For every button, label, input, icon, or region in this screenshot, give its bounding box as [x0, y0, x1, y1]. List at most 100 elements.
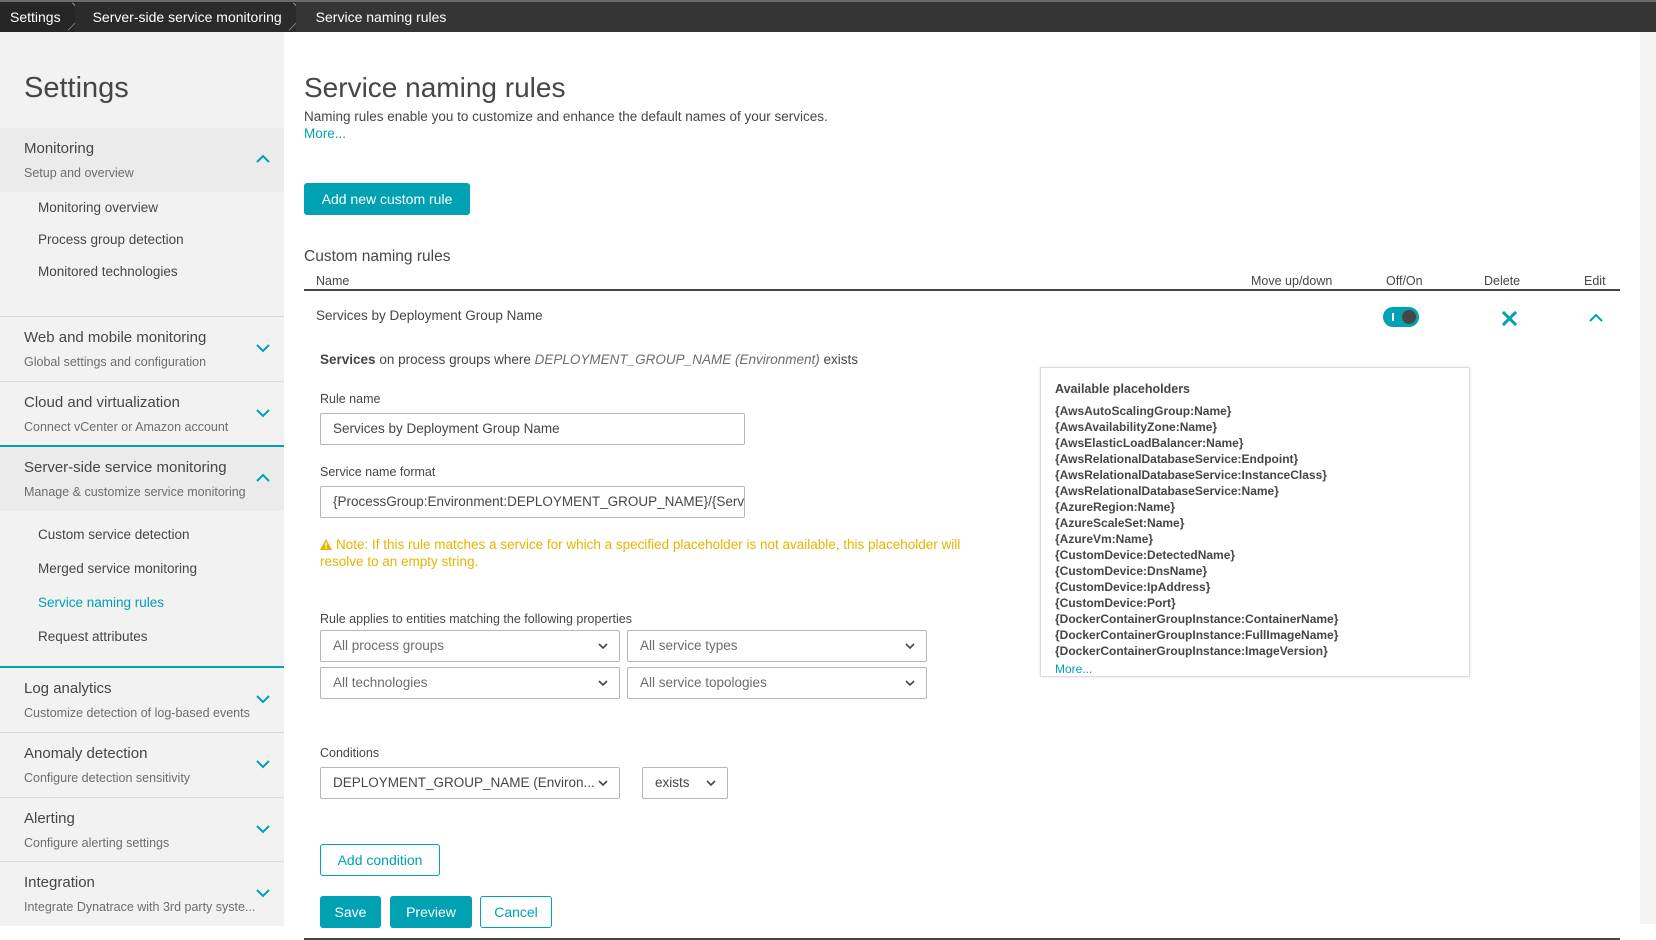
placeholder-item: {AzureRegion:Name}	[1055, 500, 1176, 514]
chevron-down-icon[interactable]	[254, 339, 272, 357]
section-subtitle: Configure alerting settings	[24, 836, 170, 850]
column-delete: Delete	[1484, 274, 1521, 288]
placeholder-item: {DockerContainerGroupInstance:ContainerN…	[1055, 612, 1339, 626]
placeholder-item: {AzureVm:Name}	[1055, 532, 1154, 546]
chevron-down-icon	[706, 780, 716, 787]
placeholder-item: {AwsAutoScalingGroup:Name}	[1055, 404, 1232, 418]
sidebar-item-process-group-detection[interactable]: Process group detection	[38, 232, 184, 247]
page-title: Service naming rules	[304, 72, 566, 103]
add-custom-rule-button[interactable]: Add new custom rule	[304, 183, 470, 215]
section-title: Web and mobile monitoring	[24, 329, 207, 346]
section-title: Alerting	[24, 810, 75, 827]
custom-rules-title: Custom naming rules	[304, 248, 451, 265]
sidebar-item-service-naming-rules[interactable]: Service naming rules	[38, 595, 164, 610]
settings-sidebar: Settings Monitoring Setup and overview M…	[0, 32, 284, 926]
placeholder-item: {CustomDevice:DnsName}	[1055, 564, 1208, 578]
breadcrumb-settings[interactable]: Settings	[0, 2, 75, 32]
sidebar-section-cloud[interactable]: Cloud and virtualization Connect vCenter…	[0, 382, 284, 446]
column-name: Name	[316, 274, 350, 288]
condition-property-select[interactable]: DEPLOYMENT_GROUP_NAME (Environ...	[320, 767, 620, 799]
placeholder-item: {AwsElasticLoadBalancer:Name}	[1055, 436, 1244, 450]
breadcrumb-server-side-monitoring[interactable]: Server-side service monitoring	[74, 2, 296, 32]
section-subtitle: Customize detection of log-based events	[24, 706, 250, 720]
chevron-down-icon[interactable]	[254, 404, 272, 422]
rule-enabled-toggle[interactable]	[1383, 307, 1419, 327]
main-content: Service naming rules Naming rules enable…	[284, 32, 1640, 940]
conditions-label: Conditions	[320, 746, 380, 760]
sidebar-section-web-mobile[interactable]: Web and mobile monitoring Global setting…	[0, 317, 284, 381]
sidebar-section-anomaly-detection[interactable]: Anomaly detection Configure detection se…	[0, 733, 284, 797]
sidebar-section-monitoring[interactable]: Monitoring Setup and overview	[0, 128, 284, 192]
rule-applies-label: Rule applies to entities matching the fo…	[320, 612, 632, 626]
more-link[interactable]: More...	[304, 126, 346, 141]
service-name-format-label: Service name format	[320, 465, 436, 479]
sidebar-item-monitoring-overview[interactable]: Monitoring overview	[38, 200, 158, 215]
sidebar-item-custom-service-detection[interactable]: Custom service detection	[38, 527, 190, 542]
placeholder-item: {AzureScaleSet:Name}	[1055, 516, 1185, 530]
sidebar-item-merged-service-monitoring[interactable]: Merged service monitoring	[38, 561, 197, 576]
section-title: Log analytics	[24, 680, 112, 697]
service-types-select[interactable]: All service types	[627, 630, 927, 662]
placeholder-item: {DockerContainerGroupInstance:ImageVersi…	[1055, 644, 1328, 658]
service-topologies-select[interactable]: All service topologies	[627, 667, 927, 699]
placeholder-item: {CustomDevice:IpAddress}	[1055, 580, 1211, 594]
rule-name-input[interactable]: Services by Deployment Group Name	[320, 413, 745, 445]
placeholder-item: {AwsRelationalDatabaseService:Name}	[1055, 484, 1279, 498]
placeholder-note: Note: If this rule matches a service for…	[320, 537, 961, 569]
sidebar-title: Settings	[24, 72, 129, 104]
section-subtitle: Global settings and configuration	[24, 355, 207, 369]
rule-name-label: Rule name	[320, 392, 381, 406]
warning-icon	[320, 539, 332, 550]
process-groups-select[interactable]: All process groups	[320, 630, 620, 662]
technologies-select[interactable]: All technologies	[320, 667, 620, 699]
cancel-button[interactable]: Cancel	[480, 896, 552, 928]
sidebar-section-integration[interactable]: Integration Integrate Dynatrace with 3rd…	[0, 862, 284, 926]
section-subtitle: Manage & customize service monitoring	[24, 485, 246, 499]
chevron-up-icon[interactable]	[254, 150, 272, 168]
page-description: Naming rules enable you to customize and…	[304, 109, 828, 124]
column-onoff: Off/On	[1386, 274, 1423, 288]
column-move: Move up/down	[1251, 274, 1333, 288]
sidebar-section-server-side[interactable]: Server-side service monitoring Manage & …	[0, 447, 284, 511]
breadcrumb: Settings Server-side service monitoring …	[0, 2, 461, 32]
placeholders-more-link[interactable]: More...	[1055, 662, 1092, 676]
section-title: Server-side service monitoring	[24, 459, 227, 476]
section-title: Integration	[24, 874, 95, 891]
save-button[interactable]: Save	[320, 896, 381, 928]
breadcrumb-service-naming-rules: Service naming rules	[295, 2, 461, 32]
section-title: Monitoring	[24, 140, 95, 157]
rule-summary: Services on process groups where DEPLOYM…	[320, 352, 858, 367]
chevron-up-icon[interactable]	[254, 469, 272, 487]
preview-button[interactable]: Preview	[390, 896, 472, 928]
chevron-up-icon[interactable]	[1588, 311, 1604, 325]
close-icon[interactable]	[1502, 311, 1517, 326]
placeholder-item: {CustomDevice:DetectedName}	[1055, 548, 1236, 562]
service-name-format-input[interactable]: {ProcessGroup:Environment:DEPLOYMENT_GRO…	[320, 486, 745, 518]
placeholder-item: {AwsRelationalDatabaseService:Endpoint}	[1055, 452, 1299, 466]
sidebar-item-request-attributes[interactable]: Request attributes	[38, 629, 148, 644]
chevron-down-icon[interactable]	[254, 820, 272, 838]
section-subtitle: Setup and overview	[24, 166, 134, 180]
sidebar-item-monitored-technologies[interactable]: Monitored technologies	[38, 264, 178, 279]
top-bar: Settings Server-side service monitoring …	[0, 0, 1656, 32]
rule-row-name: Services by Deployment Group Name	[316, 308, 543, 323]
section-title: Anomaly detection	[24, 745, 148, 762]
sidebar-section-alerting[interactable]: Alerting Configure alerting settings	[0, 798, 284, 862]
section-subtitle: Integrate Dynatrace with 3rd party syste…	[24, 900, 256, 914]
sidebar-section-log-analytics[interactable]: Log analytics Customize detection of log…	[0, 668, 284, 732]
chevron-down-icon[interactable]	[254, 755, 272, 773]
chevron-down-icon	[598, 643, 608, 650]
chevron-down-icon	[905, 680, 915, 687]
column-edit: Edit	[1584, 274, 1606, 288]
scrollbar[interactable]	[1640, 32, 1656, 924]
add-condition-button[interactable]: Add condition	[320, 844, 440, 876]
condition-operator-select[interactable]: exists	[642, 767, 728, 799]
chevron-down-icon[interactable]	[254, 884, 272, 902]
rules-table-header: Name Move up/down Off/On Delete Edit	[304, 270, 1620, 291]
placeholder-item: {DockerContainerGroupInstance:FullImageN…	[1055, 628, 1339, 642]
chevron-down-icon[interactable]	[254, 690, 272, 708]
placeholder-item: {AwsAvailabilityZone:Name}	[1055, 420, 1218, 434]
placeholder-item: {CustomDevice:Port}	[1055, 596, 1176, 610]
placeholders-list: {AwsAutoScalingGroup:Name} {AwsAvailabili…	[1055, 403, 1338, 659]
placeholders-panel: Available placeholders {AwsAutoScalingGr…	[1040, 367, 1470, 677]
